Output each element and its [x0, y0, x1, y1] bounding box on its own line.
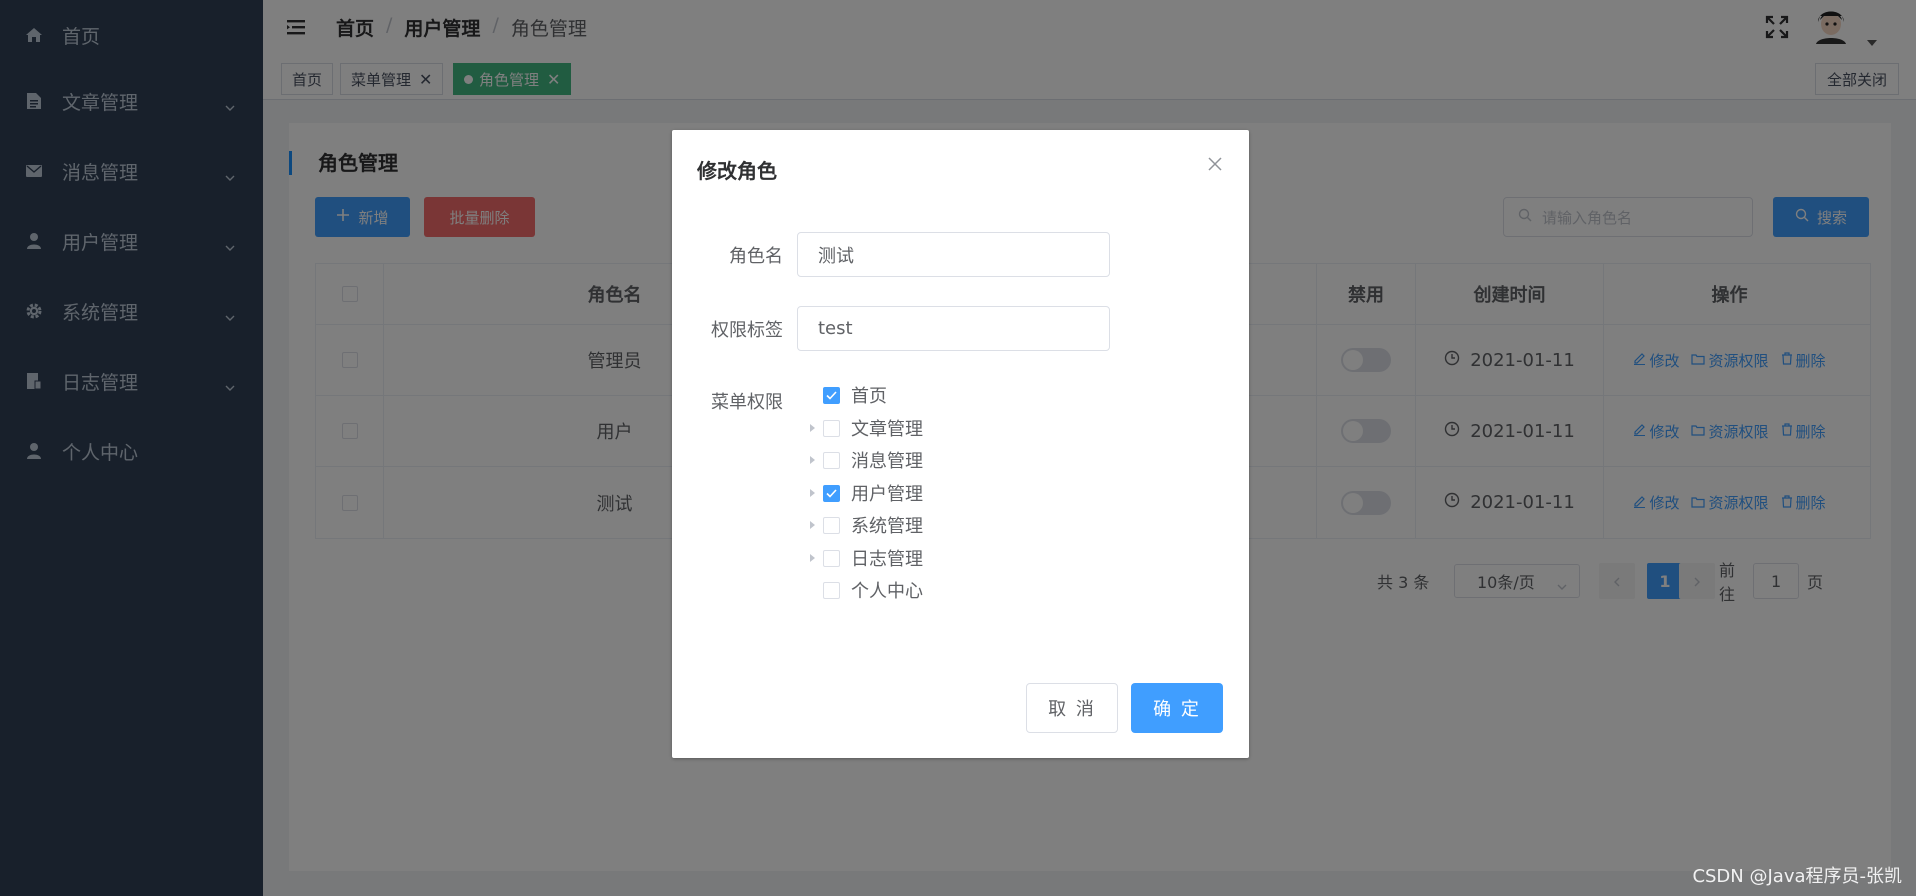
cancel-button[interactable]: 取 消	[1026, 683, 1118, 733]
tree-node-label: 文章管理	[851, 419, 923, 440]
menu-permission-label: 菜单权限	[711, 392, 783, 413]
tree-checkbox[interactable]	[823, 419, 840, 437]
tree-node-articles[interactable]: 文章管理	[805, 415, 923, 441]
tree-node-label: 日志管理	[851, 549, 923, 570]
tree-node-label: 系统管理	[851, 516, 923, 537]
caret-right-icon[interactable]	[805, 486, 819, 500]
close-icon[interactable]	[1207, 156, 1223, 172]
caret-right-icon[interactable]	[805, 421, 819, 435]
tree-checkbox[interactable]	[823, 451, 840, 469]
dialog-title: 修改角色	[697, 159, 777, 183]
tree-node-label: 消息管理	[851, 451, 923, 472]
tree-checkbox[interactable]	[823, 516, 840, 534]
tree-node-messages[interactable]: 消息管理	[805, 447, 923, 473]
tree-node-system[interactable]: 系统管理	[805, 512, 923, 538]
tree-checkbox-checked[interactable]	[823, 386, 840, 404]
tree-node-label: 个人中心	[851, 581, 923, 602]
tree-node-profile[interactable]: 个人中心	[805, 577, 923, 603]
permission-tag-label: 权限标签	[711, 320, 783, 341]
permission-tag-input[interactable]: test	[797, 306, 1110, 351]
role-name-input[interactable]: 测试	[797, 232, 1110, 277]
tree-checkbox-checked[interactable]	[823, 484, 840, 502]
tree-node-home[interactable]: 首页	[805, 382, 887, 408]
tree-node-logs[interactable]: 日志管理	[805, 545, 923, 571]
tree-node-label: 用户管理	[851, 484, 923, 505]
confirm-button[interactable]: 确 定	[1131, 683, 1223, 733]
caret-right-icon[interactable]	[805, 551, 819, 565]
tree-checkbox[interactable]	[823, 581, 840, 599]
tree-checkbox[interactable]	[823, 549, 840, 567]
edit-role-dialog: 修改角色 角色名 测试 权限标签 test 菜单权限 首页 文章管理 消息管理 …	[672, 130, 1249, 758]
tree-node-users[interactable]: 用户管理	[805, 480, 923, 506]
watermark: CSDN @Java程序员-张凯	[1692, 866, 1902, 887]
tree-node-label: 首页	[851, 386, 887, 407]
caret-right-icon[interactable]	[805, 518, 819, 532]
role-name-label: 角色名	[729, 246, 783, 267]
caret-right-icon[interactable]	[805, 453, 819, 467]
